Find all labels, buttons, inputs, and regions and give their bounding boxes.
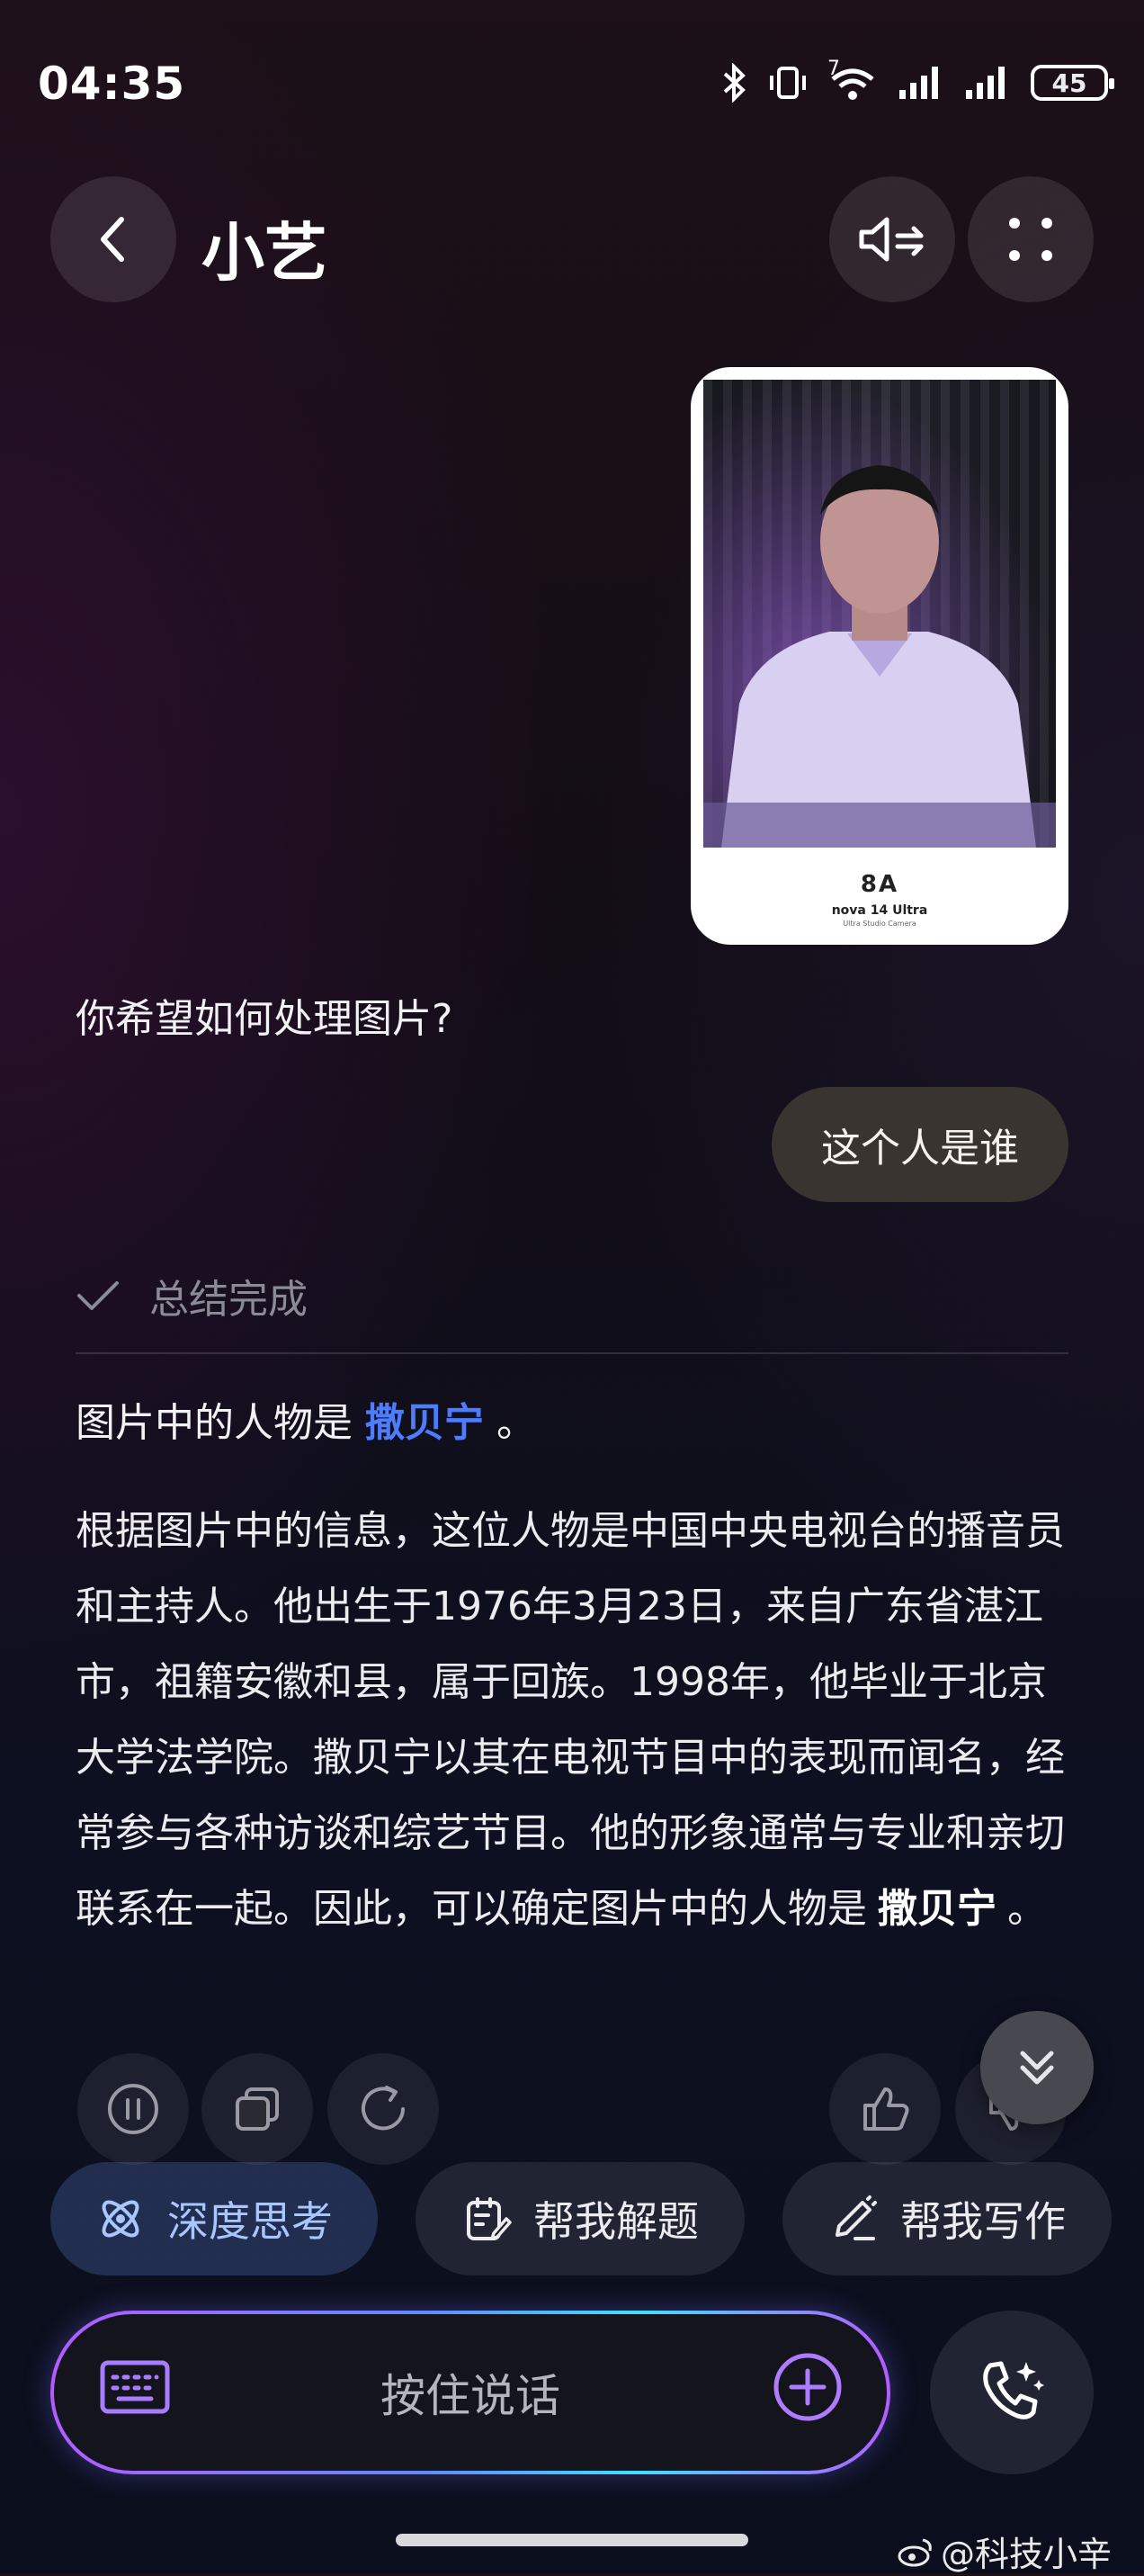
pause-button[interactable] — [77, 2053, 189, 2165]
pen-icon — [836, 2195, 877, 2240]
grid-dots-icon — [1009, 218, 1052, 261]
copy-icon — [236, 2087, 279, 2131]
refresh-icon — [362, 2086, 405, 2131]
wifi-icon: 7 — [827, 58, 878, 103]
watermark-text: @科技小辛 — [940, 2535, 1112, 2574]
keyboard-icon — [100, 2360, 170, 2414]
chevron-left-icon — [101, 217, 124, 262]
bluetooth-icon — [723, 63, 746, 103]
vibrate-icon — [770, 67, 806, 99]
battery-indicator: 45 — [1031, 65, 1114, 101]
summary-status[interactable]: 总结完成 — [76, 1267, 308, 1324]
answer-prefix: 图片中的人物是 — [76, 1400, 353, 1446]
double-chevron-down-icon — [1020, 2051, 1054, 2085]
atom-icon — [102, 2200, 139, 2238]
camera-brand: nova 14 Ultra — [831, 903, 928, 918]
answer-name-link[interactable]: 撒贝宁 — [353, 1400, 496, 1446]
sent-photo — [703, 380, 1056, 848]
pause-icon — [108, 2084, 158, 2134]
answer-suffix: 。 — [496, 1400, 536, 1446]
chip-solve-problem[interactable]: 帮我解题 — [416, 2162, 745, 2275]
regenerate-button[interactable] — [327, 2053, 439, 2165]
add-attachment-button[interactable] — [772, 2351, 844, 2434]
signal-icon-2 — [966, 67, 1005, 99]
photo-caption: 8A nova 14 Ultra Ultra Studio Camera — [691, 871, 1068, 928]
answer-paragraph-end: 。 — [1007, 1886, 1047, 1932]
user-message-bubble[interactable]: 这个人是谁 — [772, 1087, 1068, 1202]
answer-paragraph-name: 撒贝宁 — [878, 1886, 997, 1932]
voice-input-bar[interactable]: 按住说话 — [50, 2311, 890, 2474]
answer-headline: 图片中的人物是 撒贝宁。 — [76, 1390, 536, 1448]
page-title: 小艺 — [201, 216, 327, 290]
voice-call-button[interactable] — [930, 2311, 1094, 2474]
camera-subtitle: Ultra Studio Camera — [843, 920, 916, 928]
like-button[interactable] — [829, 2053, 941, 2165]
signal-icon — [899, 67, 938, 99]
sound-toggle-button[interactable] — [829, 176, 955, 302]
status-time: 04:35 — [38, 58, 186, 110]
clipboard-edit-icon — [467, 2197, 512, 2240]
answer-paragraph: 根据图片中的信息，这位人物是中国中央电视台的播音员和主持人。他出生于1976年3… — [76, 1494, 1074, 1947]
home-indicator[interactable] — [396, 2534, 748, 2546]
weibo-icon — [898, 2538, 932, 2566]
status-icons: 7 45 — [721, 58, 1114, 103]
phone-sparkle-icon — [983, 2361, 1044, 2419]
chip-deep-thinking[interactable]: 深度思考 — [50, 2162, 378, 2275]
chip-label: 帮我写作 — [900, 2197, 1066, 2246]
divider — [76, 1352, 1068, 1354]
chip-help-writing[interactable]: 帮我写作 — [782, 2162, 1112, 2275]
assistant-question: 你希望如何处理图片? — [76, 996, 453, 1042]
check-icon — [77, 1281, 119, 1310]
plus-icon — [773, 2353, 842, 2421]
chip-label: 深度思考 — [167, 2197, 333, 2246]
answer-paragraph-text: 根据图片中的信息，这位人物是中国中央电视台的播音员和主持人。他出生于1976年3… — [76, 1508, 1065, 1932]
camera-logo: 8A — [860, 871, 899, 898]
speaker-icon — [859, 217, 924, 262]
summary-label: 总结完成 — [149, 1277, 308, 1323]
voice-input-inner[interactable]: 按住说话 — [54, 2314, 887, 2471]
thumbs-up-icon — [863, 2087, 909, 2131]
copy-button[interactable] — [201, 2053, 313, 2165]
person-illustration — [703, 380, 1056, 848]
watermark: @科技小辛 — [898, 2527, 1112, 2576]
scroll-to-bottom-button[interactable] — [980, 2011, 1094, 2124]
chip-label: 帮我解题 — [533, 2197, 699, 2246]
more-options-button[interactable] — [968, 176, 1094, 302]
hold-to-talk-label: 按住说话 — [380, 2370, 560, 2422]
back-button[interactable] — [50, 176, 176, 302]
sent-image-card[interactable]: 8A nova 14 Ultra Ultra Studio Camera — [691, 367, 1068, 945]
keyboard-toggle[interactable] — [99, 2359, 171, 2426]
